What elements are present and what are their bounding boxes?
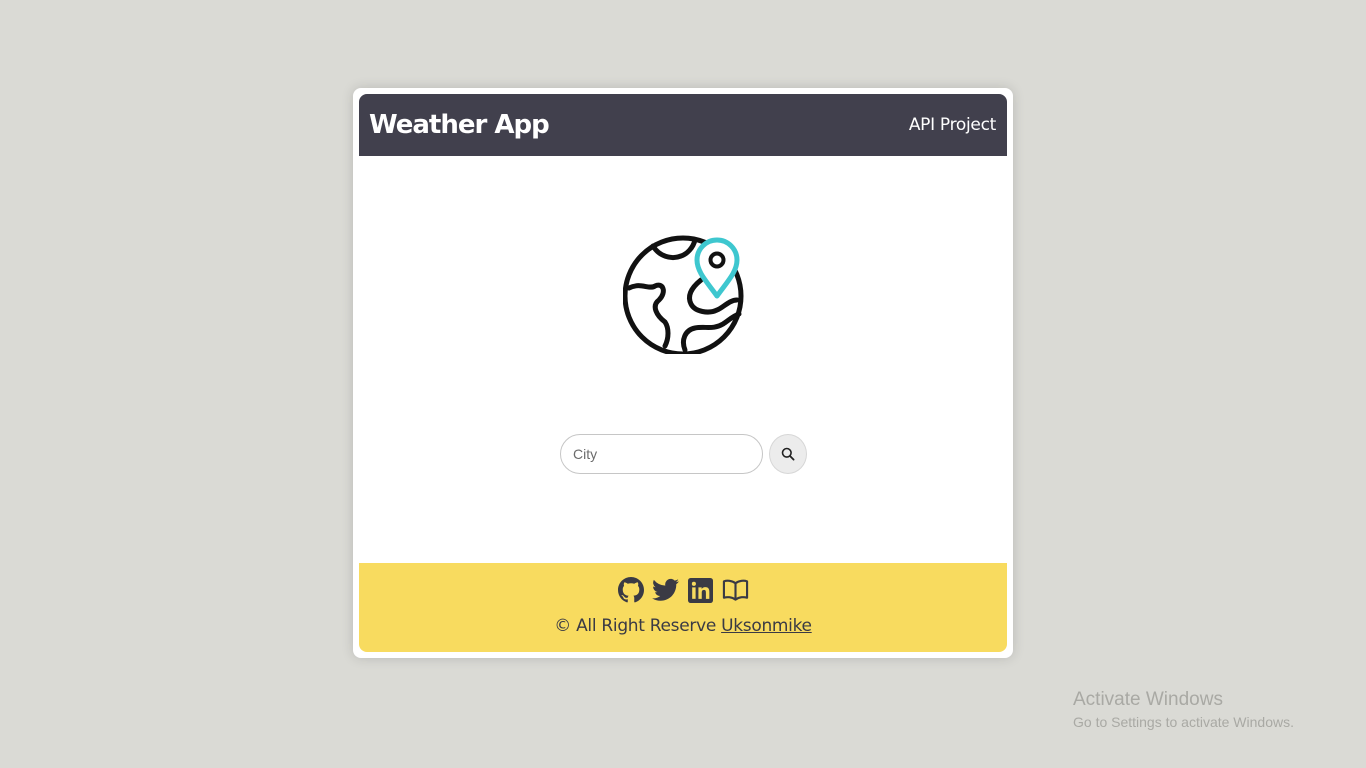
watermark-subtitle: Go to Settings to activate Windows. xyxy=(1073,714,1294,730)
book-icon[interactable] xyxy=(722,577,749,603)
search-icon xyxy=(781,447,795,461)
author-link[interactable]: Uksonmike xyxy=(721,616,812,636)
app-title: Weather App xyxy=(369,110,550,140)
city-search-input[interactable] xyxy=(560,434,763,474)
app-footer: © All Right Reserve Uksonmike xyxy=(359,563,1007,652)
weather-app-card: Weather App API Project City © All Right… xyxy=(353,88,1013,658)
globe-location-icon xyxy=(623,235,744,354)
linkedin-icon[interactable] xyxy=(687,577,714,603)
header-subtitle: API Project xyxy=(908,115,996,135)
app-header: Weather App API Project xyxy=(359,94,1007,156)
windows-activation-watermark: Activate Windows Go to Settings to activ… xyxy=(1073,689,1294,730)
search-bar xyxy=(560,434,807,474)
social-links xyxy=(617,577,749,603)
github-icon[interactable] xyxy=(617,577,644,603)
copyright-label: © All Right Reserve xyxy=(554,616,722,636)
watermark-title: Activate Windows xyxy=(1073,689,1223,710)
main-content xyxy=(359,156,1007,563)
twitter-icon[interactable] xyxy=(652,577,679,603)
copyright-text: © All Right Reserve Uksonmike xyxy=(554,616,812,636)
search-button[interactable] xyxy=(769,434,807,474)
